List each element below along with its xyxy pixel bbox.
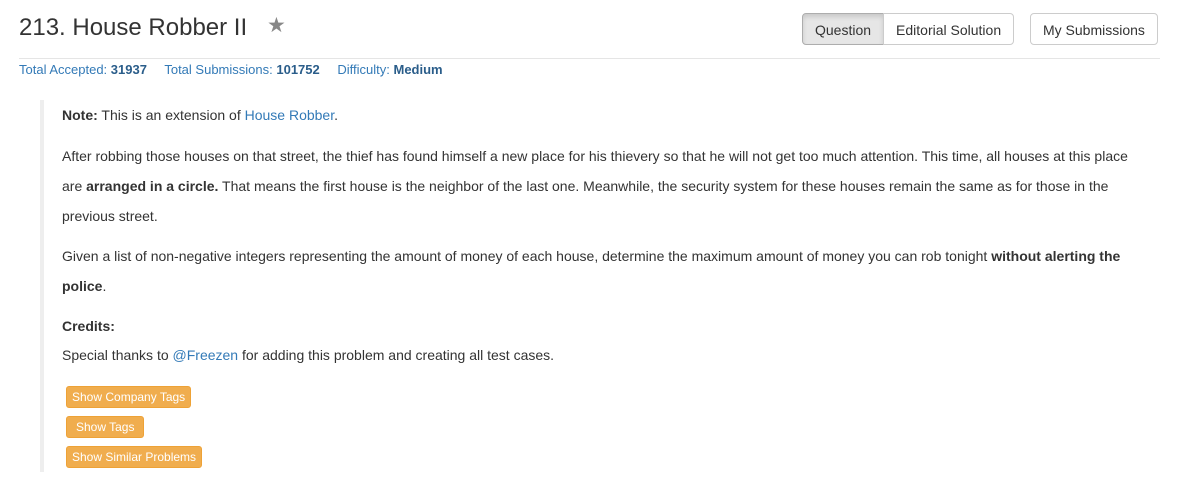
freezen-link[interactable]: @Freezen — [173, 347, 239, 363]
description-bold: arranged in a circle. — [86, 178, 219, 194]
thanks-text-2: for adding this problem and creating all… — [238, 347, 555, 363]
total-submissions: Total Submissions: 101752 — [164, 62, 319, 77]
note-label: Note: — [62, 107, 98, 123]
note-text: This is an extension of — [97, 107, 245, 123]
my-submissions-button[interactable]: My Submissions — [1030, 13, 1158, 45]
difficulty-label: Difficulty: — [337, 62, 390, 77]
tab-editorial-solution[interactable]: Editorial Solution — [883, 13, 1015, 45]
total-accepted-value: 31937 — [110, 62, 147, 77]
show-similar-problems-button[interactable]: Show Similar Problems — [66, 446, 203, 468]
show-company-tags-button[interactable]: Show Company Tags — [66, 386, 192, 408]
total-accepted-label: Total Accepted: — [19, 62, 108, 77]
total-submissions-label: Total Submissions: — [164, 62, 273, 77]
star-icon[interactable]: ★ — [267, 15, 289, 37]
given-text-1: Given a list of non-negative integers re… — [62, 248, 992, 264]
note-paragraph: Note: This is an extension of House Robb… — [62, 107, 338, 123]
difficulty-value: Medium — [393, 62, 443, 77]
view-tab-group: Question Editorial Solution — [802, 13, 1015, 45]
problem-stats: Total Accepted: 31937 Total Submissions:… — [19, 62, 457, 77]
description-text-2: That means the first house is the neighb… — [62, 178, 1109, 224]
problem-header: 213. House Robber II ★ Question Editoria… — [19, 12, 1160, 59]
house-robber-link[interactable]: House Robber — [245, 107, 335, 123]
credits-label: Credits: — [62, 318, 115, 334]
note-end: . — [334, 107, 339, 123]
total-submissions-value: 101752 — [276, 62, 320, 77]
given-end: . — [102, 278, 107, 294]
description-paragraph: After robbing those houses on that stree… — [62, 141, 1142, 231]
question-content: Note: This is an extension of House Robb… — [40, 100, 1160, 472]
page-title: 213. House Robber II — [19, 14, 248, 41]
thanks-paragraph: Special thanks to @Freezen for adding th… — [62, 347, 554, 363]
show-tags-button[interactable]: Show Tags — [66, 416, 145, 438]
difficulty: Difficulty: Medium — [337, 62, 442, 77]
given-paragraph: Given a list of non-negative integers re… — [62, 241, 1142, 301]
total-accepted: Total Accepted: 31937 — [19, 62, 147, 77]
thanks-text-1: Special thanks to — [62, 347, 173, 363]
tab-question[interactable]: Question — [802, 13, 885, 45]
